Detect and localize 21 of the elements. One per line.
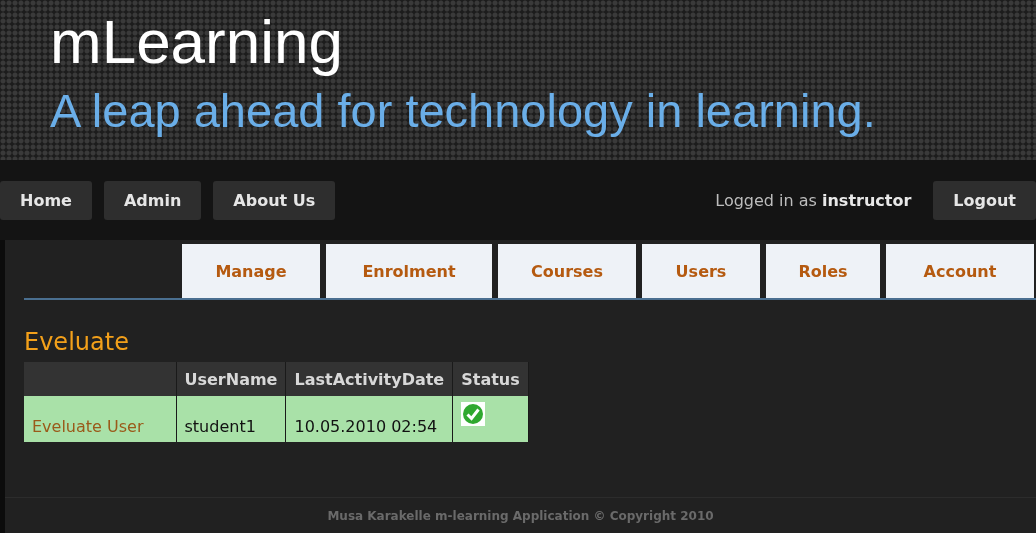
login-status: Logged in as instructor <box>715 190 912 210</box>
table-cell: student1 <box>176 396 286 442</box>
subnav-tab[interactable]: Manage <box>182 244 320 298</box>
nav-tab[interactable]: About Us <box>213 180 336 220</box>
column-header: LastActivityDate <box>285 362 453 396</box>
subnav-tab[interactable]: Account <box>886 244 1034 298</box>
subnav-tab[interactable]: Enrolment <box>326 244 492 298</box>
column-header: Status <box>452 362 529 396</box>
site-tagline: A leap ahead for technology in learning. <box>50 84 876 138</box>
subnav-tab[interactable]: Courses <box>498 244 636 298</box>
site-title: mLearning <box>50 8 343 76</box>
nav-tab[interactable]: Admin <box>103 180 202 220</box>
column-header: UserName <box>176 362 286 396</box>
subnav-tab[interactable]: Users <box>642 244 760 298</box>
footer-text: Musa Karakelle m-learning Application © Copyright 2010 <box>327 508 714 523</box>
nav-tab[interactable]: Home <box>0 180 92 220</box>
section-title: Eveluate <box>24 328 129 356</box>
table-cell: 10.05.2010 02:54 <box>285 396 453 442</box>
logout-button[interactable]: Logout <box>933 180 1036 220</box>
evaluate-link[interactable]: Eveluate User <box>32 417 144 436</box>
subnav-tab[interactable]: Roles <box>766 244 880 298</box>
